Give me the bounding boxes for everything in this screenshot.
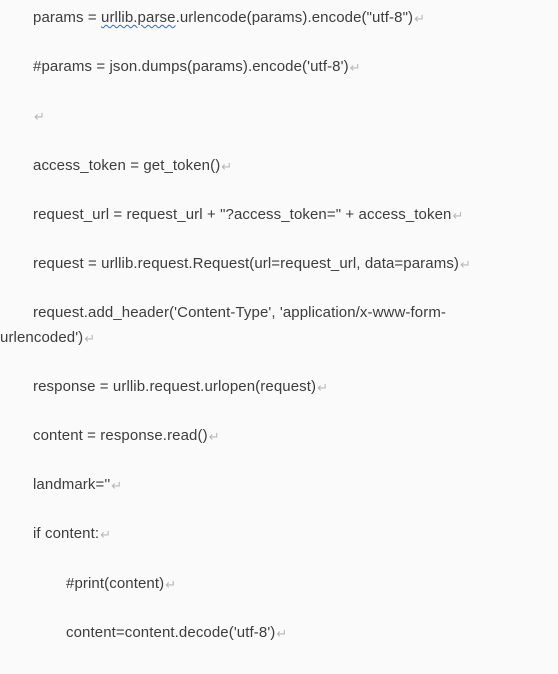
code-text: request_url = request_url + "?access_tok… [33, 206, 451, 223]
code-text: #print(content) [66, 575, 164, 592]
code-text: request.add_header('Content-Type', 'appl… [33, 304, 446, 321]
eol-mark: ↵ [33, 109, 45, 124]
eol-mark: ↵ [110, 478, 122, 493]
eol-mark: ↵ [349, 60, 361, 75]
code-line: request.add_header('Content-Type', 'appl… [0, 301, 558, 326]
code-line: urlencoded')↵ [0, 326, 558, 351]
blank-line [0, 80, 558, 105]
eol-mark: ↵ [413, 11, 425, 26]
blank-line [0, 400, 558, 425]
blank-line [0, 178, 558, 203]
code-line: #print(content)↵ [0, 572, 558, 597]
code-line: request = urllib.request.Request(url=req… [0, 252, 558, 277]
code-line: response = urllib.request.urlopen(reques… [0, 375, 558, 400]
eol-mark: ↵ [459, 257, 471, 272]
eol-mark: ↵ [208, 429, 220, 444]
blank-line [0, 129, 558, 154]
code-line: ↵ [0, 104, 558, 129]
eol-mark: ↵ [275, 626, 287, 641]
blank-line [0, 31, 558, 56]
code-line: request_url = request_url + "?access_tok… [0, 203, 558, 228]
eol-mark: ↵ [83, 331, 95, 346]
code-text: access_token = get_token() [33, 157, 220, 174]
eol-mark: ↵ [99, 527, 111, 542]
eol-mark: ↵ [220, 159, 232, 174]
code-text: request = urllib.request.Request(url=req… [33, 255, 459, 272]
code-line: #params = json.dumps(params).encode('utf… [0, 55, 558, 80]
eol-mark: ↵ [451, 208, 463, 223]
code-line: content = response.read()↵ [0, 424, 558, 449]
code-line: access_token = get_token()↵ [0, 154, 558, 179]
blank-line [0, 498, 558, 523]
code-editor: params = urllib.parse.urlencode(params).… [0, 0, 558, 674]
code-text: landmark='' [33, 476, 110, 493]
code-text: if content: [33, 525, 99, 542]
blank-line [0, 596, 558, 621]
blank-line [0, 227, 558, 252]
blank-line [0, 350, 558, 375]
eol-mark: ↵ [164, 577, 176, 592]
code-text: .urlencode(params).encode("utf-8") [176, 9, 414, 26]
code-text: content=content.decode('utf-8') [66, 624, 275, 641]
code-line: landmark=''↵ [0, 473, 558, 498]
blank-line [0, 547, 558, 572]
blank-line [0, 449, 558, 474]
code-line: if content:↵ [0, 522, 558, 547]
code-line: content=content.decode('utf-8')↵ [0, 621, 558, 646]
code-text: urlencoded') [0, 329, 83, 346]
code-text: response = urllib.request.urlopen(reques… [33, 378, 316, 395]
code-text: params = [33, 9, 101, 26]
code-text: content = response.read() [33, 427, 208, 444]
code-text: #params = json.dumps(params).encode('utf… [33, 58, 349, 75]
squiggle-text: urllib.parse [101, 9, 176, 26]
eol-mark: ↵ [316, 380, 328, 395]
code-line: params = urllib.parse.urlencode(params).… [0, 6, 558, 31]
blank-line [0, 277, 558, 302]
